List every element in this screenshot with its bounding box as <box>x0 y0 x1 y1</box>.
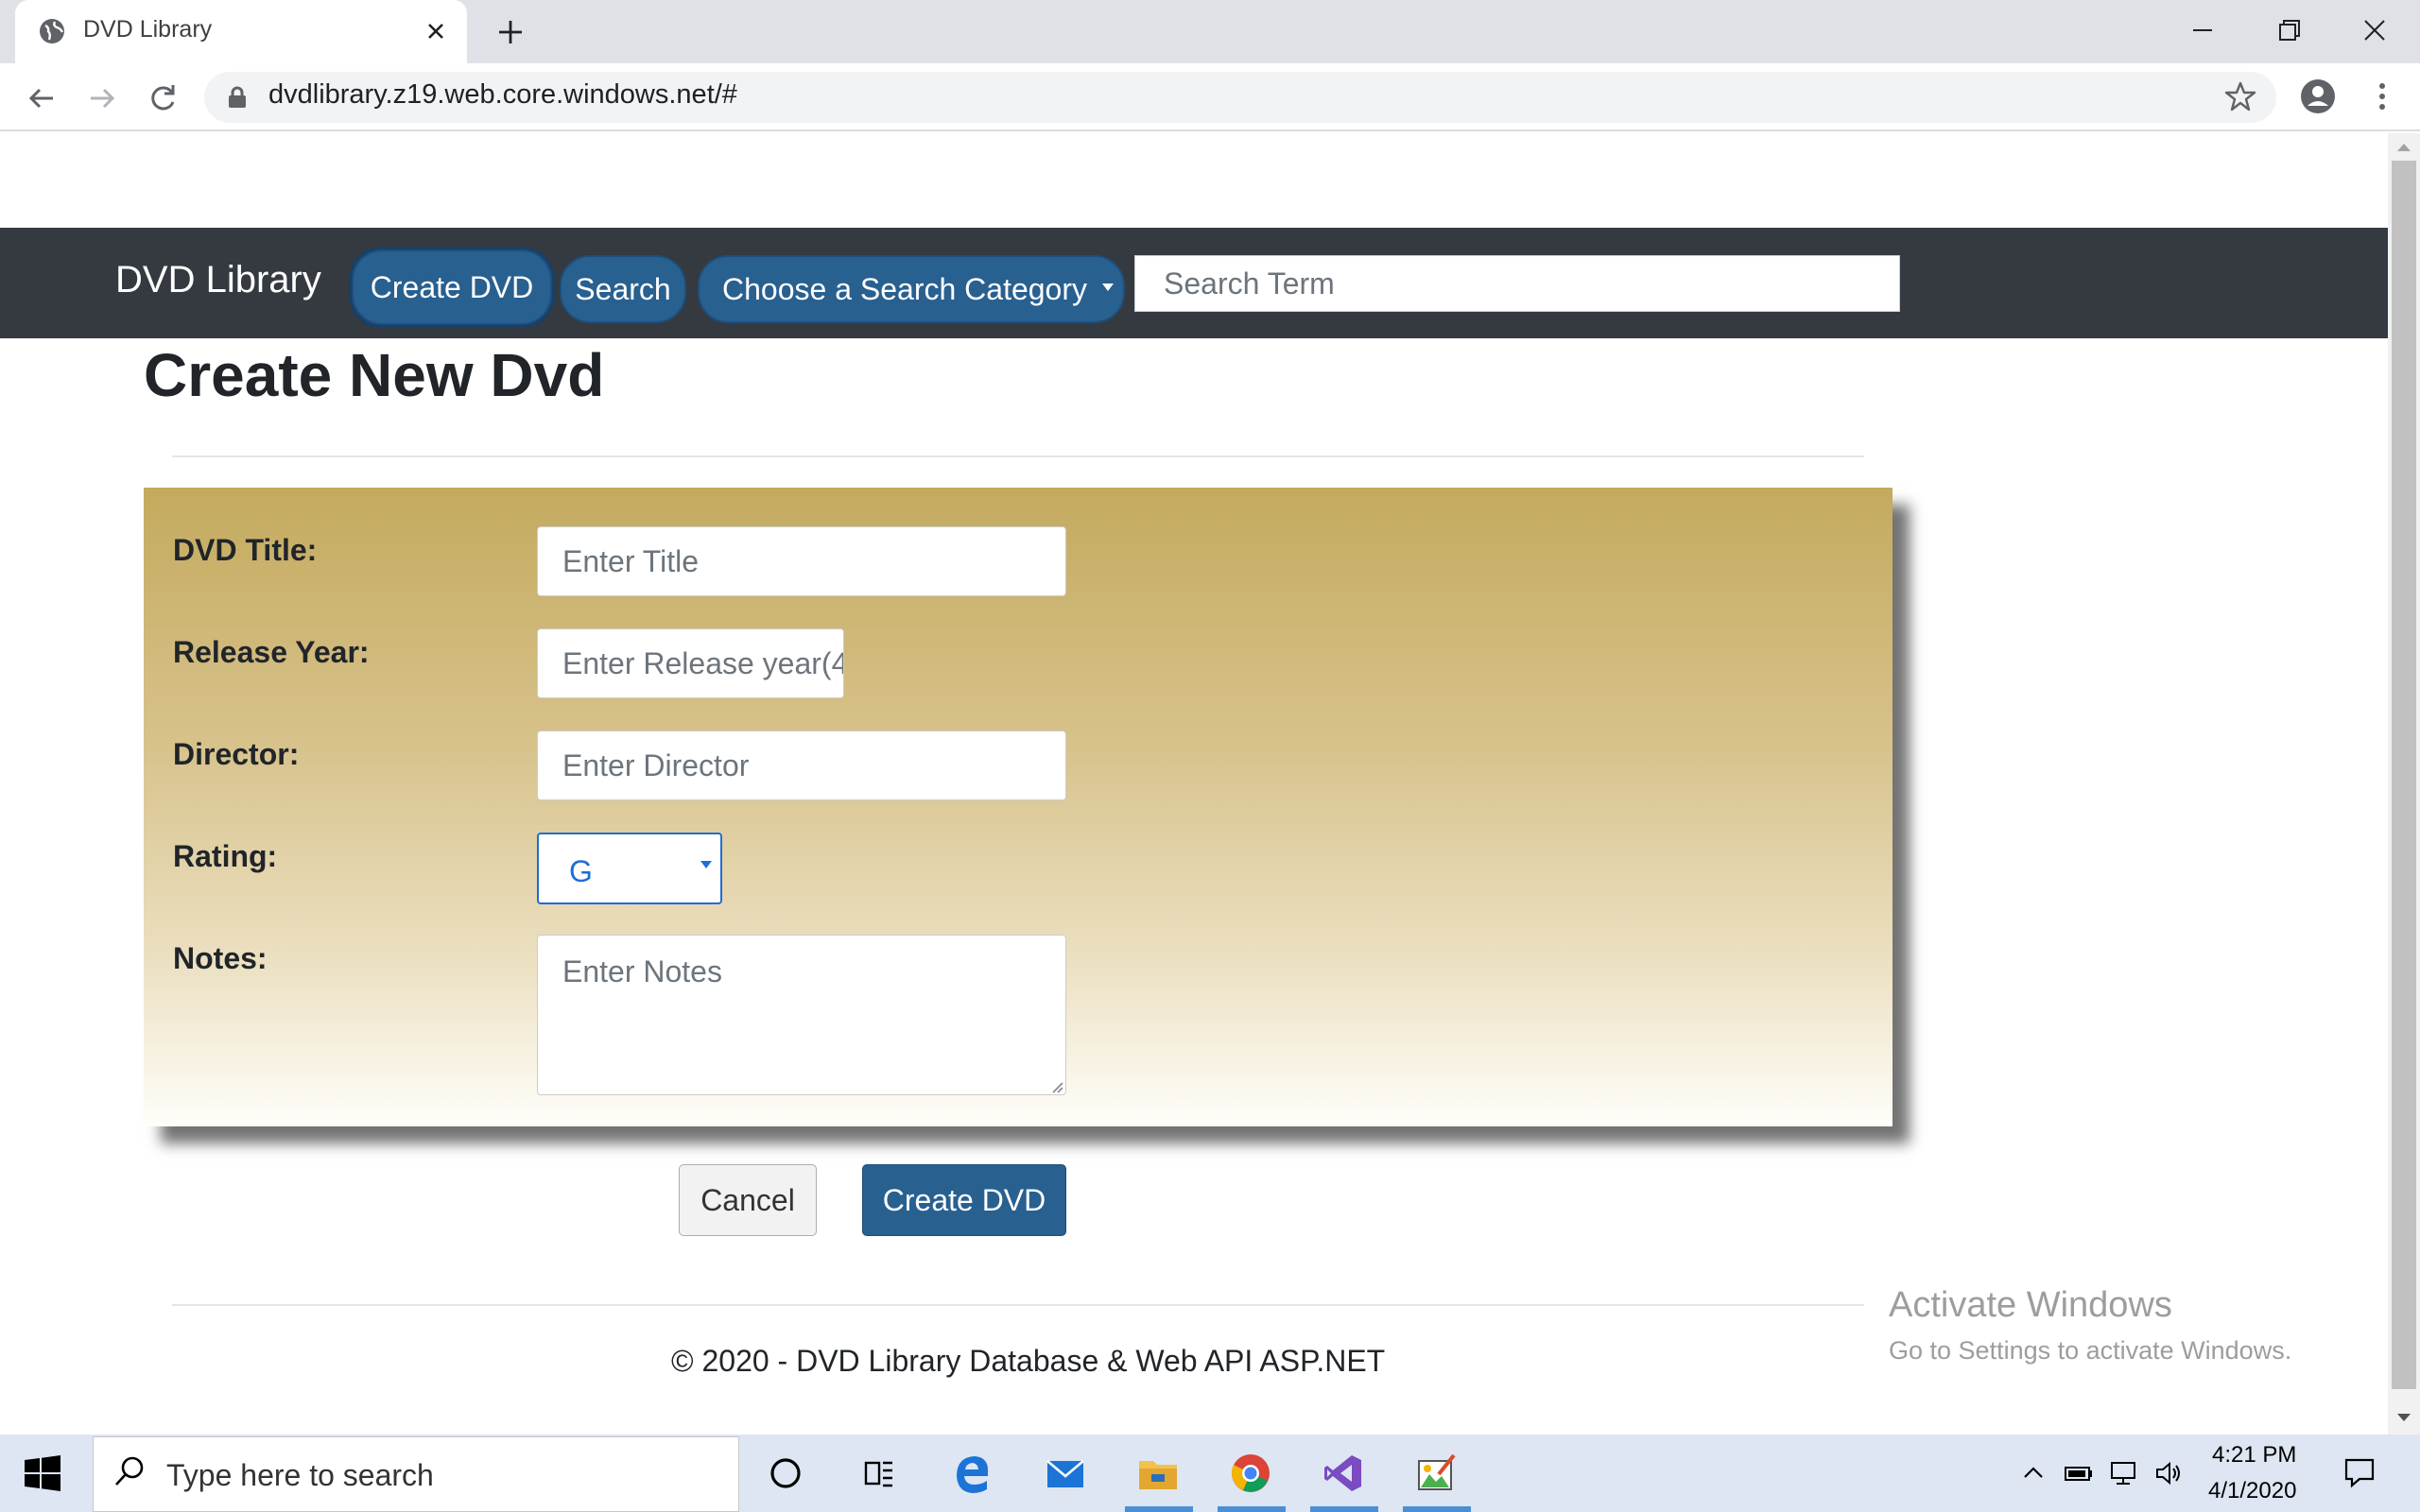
forward-arrow-icon[interactable] <box>83 79 121 117</box>
nav-search-button[interactable]: Search <box>560 255 686 323</box>
notification-center-icon[interactable] <box>2341 1453 2378 1491</box>
notes-label: Notes: <box>173 941 268 975</box>
rating-selected-value: G <box>569 854 593 888</box>
chevron-down-icon <box>698 856 715 873</box>
active-app-indicator <box>1218 1506 1286 1512</box>
restore-icon[interactable] <box>2273 13 2307 47</box>
network-icon[interactable] <box>2108 1457 2140 1489</box>
scroll-down-arrow-icon[interactable] <box>2392 1408 2416 1427</box>
task-view-icon[interactable] <box>855 1450 902 1497</box>
dvd-title-input[interactable] <box>537 526 1066 596</box>
reload-icon[interactable] <box>144 79 182 117</box>
new-tab-icon[interactable] <box>493 15 527 49</box>
dvd-title-label: DVD Title: <box>173 533 318 567</box>
search-term-input[interactable] <box>1134 255 1900 312</box>
cortana-icon[interactable] <box>762 1450 809 1497</box>
divider <box>172 455 1864 457</box>
active-app-indicator <box>1310 1506 1378 1512</box>
taskbar-clock-time[interactable]: 4:21 PM <box>2212 1442 2296 1469</box>
cancel-button[interactable]: Cancel <box>679 1164 817 1236</box>
profile-avatar-icon[interactable] <box>2299 77 2337 115</box>
mail-icon[interactable] <box>1042 1450 1089 1497</box>
taskbar-clock-date[interactable]: 4/1/2020 <box>2208 1478 2296 1504</box>
file-explorer-icon[interactable] <box>1134 1450 1182 1497</box>
activate-windows-subtitle: Go to Settings to activate Windows. <box>1889 1336 2292 1365</box>
chrome-icon[interactable] <box>1227 1450 1274 1497</box>
url-text[interactable]: dvdlibrary.z19.web.core.windows.net/# <box>268 79 737 111</box>
scroll-up-arrow-icon[interactable] <box>2392 138 2416 157</box>
chevron-up-icon[interactable] <box>2017 1457 2049 1489</box>
activate-windows-title: Activate Windows <box>1889 1285 2172 1325</box>
chevron-down-icon <box>1098 278 1117 297</box>
footer-text: © 2020 - DVD Library Database & Web API … <box>671 1344 1386 1378</box>
browser-tab-title: DVD Library <box>83 16 213 43</box>
resize-grip-icon[interactable] <box>1047 1077 1064 1094</box>
release-year-input[interactable] <box>537 628 844 698</box>
create-dvd-button[interactable]: Create DVD <box>862 1164 1066 1236</box>
browser-menu-icon[interactable] <box>2363 77 2401 115</box>
visual-studio-icon[interactable] <box>1320 1450 1367 1497</box>
scrollbar-thumb[interactable] <box>2392 161 2416 1389</box>
volume-icon[interactable] <box>2153 1457 2186 1489</box>
page-title: Create New Dvd <box>144 341 605 409</box>
rating-select[interactable] <box>537 833 722 904</box>
close-tab-icon[interactable] <box>422 17 450 45</box>
globe-icon <box>38 17 66 45</box>
rating-label: Rating: <box>173 839 278 873</box>
search-icon <box>112 1453 147 1489</box>
close-window-icon[interactable] <box>2358 13 2392 47</box>
back-arrow-icon[interactable] <box>23 79 60 117</box>
battery-icon[interactable] <box>2063 1457 2095 1489</box>
active-app-indicator <box>1403 1506 1471 1512</box>
paint-icon[interactable] <box>1412 1450 1460 1497</box>
site-brand[interactable]: DVD Library <box>115 259 321 301</box>
lock-icon[interactable] <box>227 86 248 109</box>
bookmark-star-icon[interactable] <box>2223 79 2257 113</box>
release-year-label: Release Year: <box>173 635 370 669</box>
active-app-indicator <box>1125 1506 1193 1512</box>
nav-create-dvd-button[interactable]: Create DVD <box>352 249 552 325</box>
taskbar-search-placeholder: Type here to search <box>166 1458 434 1492</box>
search-category-select[interactable]: Choose a Search Category <box>698 255 1125 323</box>
minimize-icon[interactable] <box>2186 13 2220 47</box>
edge-icon[interactable] <box>949 1450 996 1497</box>
director-label: Director: <box>173 737 300 771</box>
divider <box>172 1304 1864 1306</box>
windows-start-icon[interactable] <box>23 1453 62 1493</box>
director-input[interactable] <box>537 730 1066 800</box>
search-category-label: Choose a Search Category <box>722 271 1087 306</box>
notes-textarea[interactable] <box>537 935 1066 1095</box>
